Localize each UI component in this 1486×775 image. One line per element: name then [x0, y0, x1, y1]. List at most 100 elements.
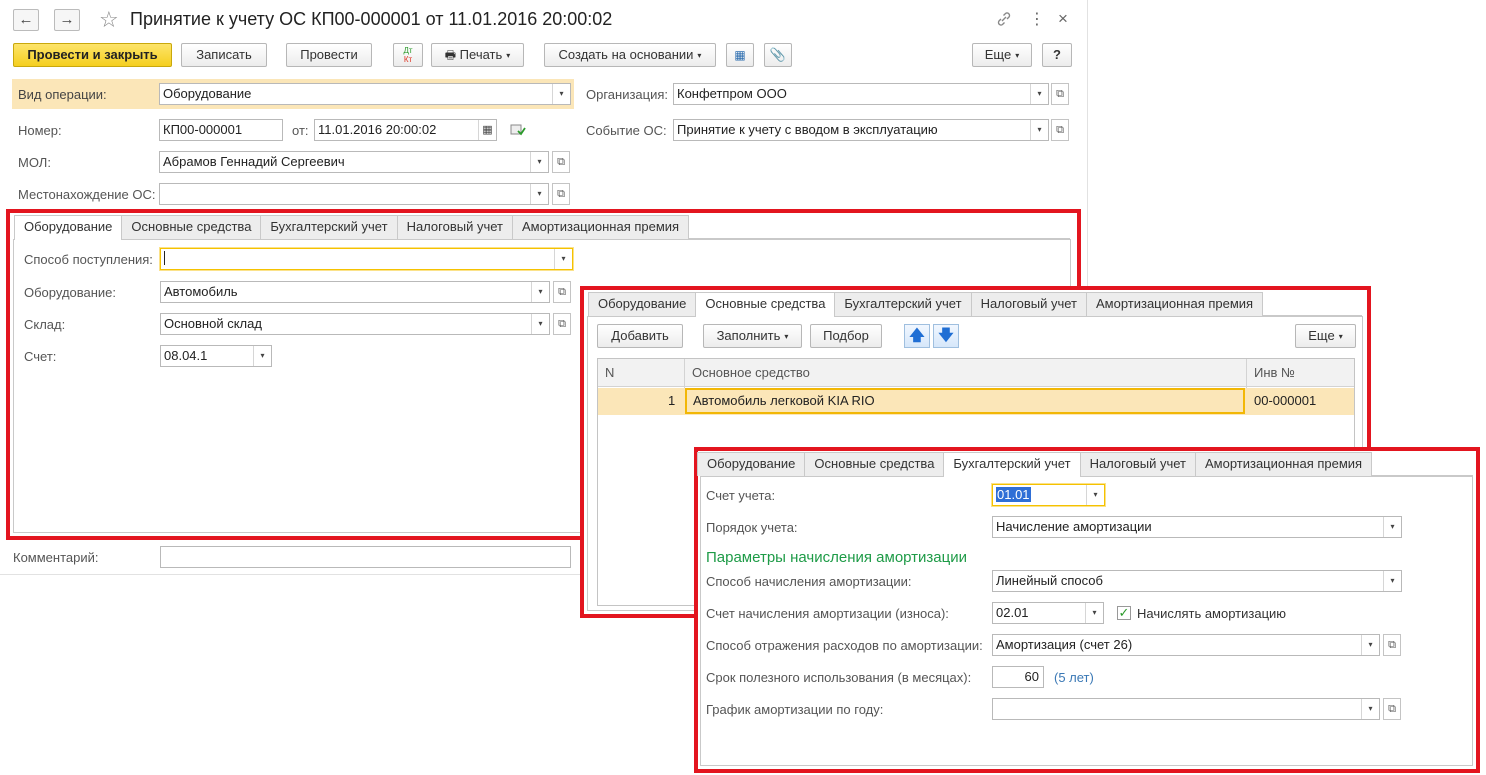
warehouse-label: Склад:: [24, 317, 66, 332]
number-field[interactable]: КП00-000001: [159, 119, 283, 141]
tab-equipment[interactable]: Оборудование: [588, 292, 697, 316]
chevron-down-icon[interactable]: ▾: [530, 184, 548, 204]
help-button[interactable]: ?: [1042, 43, 1072, 67]
tab-premium[interactable]: Амортизационная премия: [1194, 452, 1373, 476]
warehouse-select[interactable]: Основной склад ▾: [160, 313, 550, 335]
structure-icon[interactable]: ▦: [726, 43, 754, 67]
chevron-down-icon: ▾: [697, 51, 702, 60]
calendar-icon[interactable]: ▦: [478, 120, 496, 140]
accrue-checkbox[interactable]: ✓: [1117, 606, 1131, 620]
open-icon[interactable]: ⧉: [1051, 119, 1069, 141]
schedule-label: График амортизации по году:: [706, 702, 884, 717]
open-icon[interactable]: ⧉: [552, 151, 570, 173]
chevron-down-icon[interactable]: ▾: [1361, 635, 1379, 655]
more-icon[interactable]: ⋮: [1029, 9, 1045, 29]
open-icon[interactable]: ⧉: [553, 313, 571, 335]
select-button[interactable]: Подбор: [810, 324, 882, 348]
tab-accounting[interactable]: Бухгалтерский учет: [943, 452, 1081, 477]
open-icon[interactable]: ⧉: [1051, 83, 1069, 105]
chevron-down-icon[interactable]: ▾: [1383, 571, 1401, 591]
date-field[interactable]: 11.01.2016 20:00:02 ▦: [314, 119, 497, 141]
save-button[interactable]: Записать: [181, 43, 267, 67]
text-cursor: [164, 251, 165, 265]
column-header-asset[interactable]: Основное средство: [692, 360, 810, 386]
chevron-down-icon[interactable]: ▾: [531, 282, 549, 302]
event-select[interactable]: Принятие к учету с вводом в эксплуатацию…: [673, 119, 1049, 141]
star-icon[interactable]: ☆: [99, 7, 119, 33]
open-icon[interactable]: ⧉: [1383, 698, 1401, 720]
account-select[interactable]: 01.01 ▾: [992, 484, 1105, 506]
chevron-down-icon[interactable]: ▾: [552, 84, 570, 104]
account-value: 01.01: [996, 487, 1031, 502]
column-header-inv[interactable]: Инв №: [1254, 360, 1295, 386]
open-icon[interactable]: ⧉: [1383, 634, 1401, 656]
more-button[interactable]: Еще ▾: [972, 43, 1032, 67]
chevron-down-icon[interactable]: ▾: [1383, 517, 1401, 537]
tab-tax[interactable]: Налоговый учет: [396, 215, 513, 239]
chevron-down-icon[interactable]: ▾: [1085, 603, 1103, 623]
printer-icon: 🖶: [444, 48, 457, 62]
accrue-label[interactable]: Начислять амортизацию: [1137, 606, 1286, 621]
tab-fixed-assets[interactable]: Основные средства: [121, 215, 262, 239]
tab-accounting[interactable]: Бухгалтерский учет: [260, 215, 398, 239]
equipment-select[interactable]: Автомобиль ▾: [160, 281, 550, 303]
org-label: Организация:: [586, 87, 669, 102]
chevron-down-icon: ▾: [784, 332, 789, 341]
tab-fixed-assets[interactable]: Основные средства: [695, 292, 836, 317]
schedule-select[interactable]: ▾: [992, 698, 1380, 720]
org-select[interactable]: Конфетпром ООО ▾: [673, 83, 1049, 105]
org-value: Конфетпром ООО: [677, 86, 787, 101]
expense-value: Амортизация (счет 26): [996, 637, 1133, 652]
tab-equipment[interactable]: Оборудование: [14, 215, 123, 240]
chevron-down-icon[interactable]: ▾: [1086, 485, 1104, 505]
tab-tax[interactable]: Налоговый учет: [970, 292, 1087, 316]
post-and-close-button[interactable]: Провести и закрыть: [13, 43, 172, 67]
create-based-button[interactable]: Создать на основании ▾: [544, 43, 716, 67]
chevron-down-icon[interactable]: ▾: [1361, 699, 1379, 719]
location-select[interactable]: ▾: [159, 183, 549, 205]
receipt-select[interactable]: ▾: [160, 248, 573, 270]
fill-button[interactable]: Заполнить ▾: [703, 324, 802, 348]
tab-tax[interactable]: Налоговый учет: [1079, 452, 1196, 476]
order-label: Порядок учета:: [706, 520, 798, 535]
more-button[interactable]: Еще ▾: [1295, 324, 1356, 348]
order-select[interactable]: Начисление амортизации ▾: [992, 516, 1402, 538]
create-based-label: Создать на основании: [558, 47, 694, 62]
date-value: 11.01.2016 20:00:02: [318, 122, 437, 137]
section-title: Параметры начисления амортизации: [706, 549, 967, 566]
tab-accounting[interactable]: Бухгалтерский учет: [834, 292, 972, 316]
chevron-down-icon[interactable]: ▾: [531, 314, 549, 334]
dtkt-icon[interactable]: Дт Кт: [393, 43, 423, 67]
chevron-down-icon[interactable]: ▾: [554, 249, 572, 269]
expense-select[interactable]: Амортизация (счет 26) ▾: [992, 634, 1380, 656]
add-button[interactable]: Добавить: [597, 324, 683, 348]
open-icon[interactable]: ⧉: [552, 183, 570, 205]
depr-account-select[interactable]: 02.01 ▾: [992, 602, 1104, 624]
mol-select[interactable]: Абрамов Геннадий Сергеевич ▾: [159, 151, 549, 173]
tab-premium[interactable]: Амортизационная премия: [511, 215, 690, 239]
operation-select[interactable]: Оборудование ▾: [159, 83, 571, 105]
chevron-down-icon[interactable]: ▾: [253, 346, 271, 366]
print-button[interactable]: 🖶 Печать ▾: [431, 43, 524, 67]
column-header-n[interactable]: N: [605, 360, 614, 386]
term-field[interactable]: 60: [992, 666, 1044, 688]
move-down-icon[interactable]: 🡇: [933, 324, 959, 348]
method-select[interactable]: Линейный способ ▾: [992, 570, 1402, 592]
attach-icon[interactable]: 📎: [764, 43, 792, 67]
chevron-down-icon[interactable]: ▾: [1030, 120, 1048, 140]
open-icon[interactable]: ⧉: [553, 281, 571, 303]
account-select[interactable]: 08.04.1 ▾: [160, 345, 272, 367]
link-icon[interactable]: [996, 11, 1012, 30]
chevron-down-icon[interactable]: ▾: [530, 152, 548, 172]
chevron-down-icon[interactable]: ▾: [1030, 84, 1048, 104]
comment-field[interactable]: [160, 546, 571, 568]
tab-equipment[interactable]: Оборудование: [697, 452, 806, 476]
tab-fixed-assets[interactable]: Основные средства: [804, 452, 945, 476]
close-icon[interactable]: ×: [1058, 9, 1068, 29]
back-icon[interactable]: ←: [13, 9, 39, 31]
post-button[interactable]: Провести: [286, 43, 372, 67]
term-label: Срок полезного использования (в месяцах)…: [706, 670, 972, 685]
move-up-icon[interactable]: 🡅: [904, 324, 930, 348]
tab-premium[interactable]: Амортизационная премия: [1085, 292, 1264, 316]
forward-icon[interactable]: →: [54, 9, 80, 31]
